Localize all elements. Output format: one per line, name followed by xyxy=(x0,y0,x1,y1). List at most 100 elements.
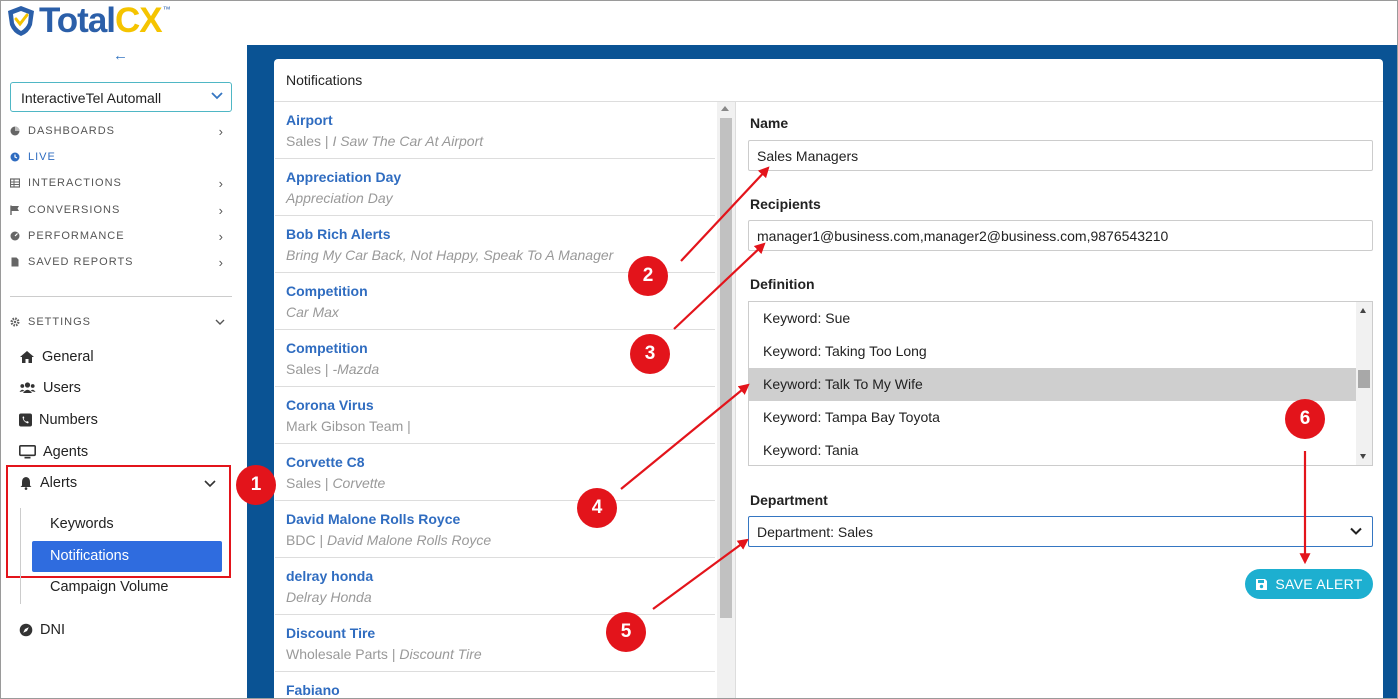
file-icon xyxy=(11,257,19,267)
list-item-title: Bob Rich Alerts xyxy=(286,226,391,242)
list-scrollbar[interactable] xyxy=(717,102,735,698)
list-item[interactable]: David Malone Rolls Royce BDC | David Mal… xyxy=(275,501,715,558)
nav-performance-label: PERFORMANCE xyxy=(28,230,125,242)
nav-settings[interactable]: SETTINGS xyxy=(10,314,230,330)
list-item[interactable]: Corona Virus Mark Gibson Team | xyxy=(275,387,715,444)
floppy-disk-icon xyxy=(1256,578,1268,590)
list-item-title: Appreciation Day xyxy=(286,169,402,185)
list-item-title: Fabiano xyxy=(286,682,340,698)
users-icon xyxy=(19,382,36,393)
alerts-sub-notifications[interactable]: Notifications xyxy=(32,541,222,572)
nav-interactions[interactable]: INTERACTIONS › xyxy=(10,175,230,191)
list-item[interactable]: delray honda Delray Honda xyxy=(275,558,715,615)
list-item-detail: I Saw The Car At Airport xyxy=(332,133,484,149)
definition-option[interactable]: Keyword: Tampa Bay Toyota xyxy=(749,401,1356,434)
chevron-right-icon: › xyxy=(218,176,224,191)
list-item[interactable]: Fabiano xyxy=(275,672,715,698)
list-item-department: Sales | xyxy=(286,361,333,377)
clock-icon xyxy=(10,152,20,162)
list-item-department: Mark Gibson Team | xyxy=(286,418,411,434)
list-scrollbar-thumb[interactable] xyxy=(720,118,732,618)
list-item-detail: Car Max xyxy=(286,304,339,320)
account-select-value: InteractiveTel Automall xyxy=(21,90,162,106)
list-item-title: delray honda xyxy=(286,568,374,584)
name-field[interactable]: Sales Managers xyxy=(748,140,1373,171)
scroll-up-icon[interactable] xyxy=(721,106,729,111)
settings-item-general[interactable]: General xyxy=(19,347,94,367)
list-item-title: Airport xyxy=(286,112,333,128)
chevron-down-icon xyxy=(211,92,223,100)
definition-label: Definition xyxy=(750,276,815,292)
settings-item-agents-label: Agents xyxy=(43,444,89,460)
list-item-subtitle: BDC | David Malone Rolls Royce xyxy=(286,532,704,548)
definition-scrollbar[interactable] xyxy=(1356,302,1372,465)
alerts-sub-campaign-volume[interactable]: Campaign Volume xyxy=(50,579,169,595)
department-select[interactable]: Department: Sales xyxy=(748,516,1373,547)
scroll-up-icon[interactable] xyxy=(1360,308,1366,313)
settings-item-numbers[interactable]: Numbers xyxy=(19,410,98,430)
app-window: TotalCX ™ ← InteractiveTel Automall DASH… xyxy=(0,0,1398,699)
settings-item-general-label: General xyxy=(42,349,94,365)
name-label: Name xyxy=(750,115,789,131)
list-item-department: Sales | xyxy=(286,475,333,491)
list-item-subtitle: Delray Honda xyxy=(286,589,704,605)
list-item-title: Corvette C8 xyxy=(286,454,365,470)
recipients-field[interactable]: manager1@business.com,manager2@business.… xyxy=(748,220,1373,251)
annotation-badge-1: 1 xyxy=(236,465,276,505)
annotation-badge-5: 5 xyxy=(606,612,646,652)
settings-item-dni[interactable]: DNI xyxy=(19,620,65,640)
nav-saved-reports[interactable]: SAVED REPORTS › xyxy=(10,254,230,270)
list-item-subtitle: Mark Gibson Team | xyxy=(286,418,704,434)
annotation-badge-4: 4 xyxy=(577,488,617,528)
nav-live[interactable]: LIVE xyxy=(10,149,230,165)
list-item-detail: Bring My Car Back, Not Happy, Speak To A… xyxy=(286,247,614,263)
settings-item-users[interactable]: Users xyxy=(19,378,81,398)
account-select[interactable]: InteractiveTel Automall xyxy=(10,82,232,112)
settings-item-agents[interactable]: Agents xyxy=(19,442,88,462)
list-item-department: BDC | xyxy=(286,532,327,548)
nav-dashboards-label: DASHBOARDS xyxy=(28,125,116,137)
chevron-right-icon: › xyxy=(218,124,224,139)
scroll-down-icon[interactable] xyxy=(1360,454,1366,459)
list-item-subtitle: Car Max xyxy=(286,304,704,320)
definition-option[interactable]: Keyword: Taking Too Long xyxy=(749,335,1356,368)
monitor-icon xyxy=(19,445,36,459)
definition-option-selected[interactable]: Keyword: Talk To My Wife xyxy=(749,368,1356,401)
submenu-guide-line xyxy=(20,508,21,604)
table-icon xyxy=(10,178,20,188)
nav-interactions-label: INTERACTIONS xyxy=(28,177,122,189)
nav-dashboards[interactable]: DASHBOARDS › xyxy=(10,123,230,139)
list-item-department: Wholesale Parts | xyxy=(286,646,400,662)
nav-live-label: LIVE xyxy=(28,151,56,163)
definition-option[interactable]: Keyword: Sue xyxy=(749,302,1356,335)
save-alert-button-label: SAVE ALERT xyxy=(1275,576,1363,592)
sidebar: ← InteractiveTel Automall DASHBOARDS › L… xyxy=(1,45,247,698)
list-item-detail: Delray Honda xyxy=(286,589,372,605)
nav-conversions[interactable]: CONVERSIONS › xyxy=(10,202,230,218)
list-item[interactable]: Appreciation Day Appreciation Day xyxy=(275,159,715,216)
definition-scrollbar-thumb[interactable] xyxy=(1358,370,1370,388)
list-item[interactable]: Discount Tire Wholesale Parts | Discount… xyxy=(275,615,715,672)
chevron-right-icon: › xyxy=(218,229,224,244)
chevron-down-icon xyxy=(215,319,225,325)
list-item[interactable]: Corvette C8 Sales | Corvette xyxy=(275,444,715,501)
sidebar-divider xyxy=(10,296,232,297)
home-icon xyxy=(20,351,34,363)
annotation-badge-3: 3 xyxy=(630,334,670,374)
nav-saved-reports-label: SAVED REPORTS xyxy=(28,256,134,268)
save-alert-button[interactable]: SAVE ALERT xyxy=(1245,569,1373,599)
list-item[interactable]: Airport Sales | I Saw The Car At Airport xyxy=(275,102,715,159)
collapse-sidebar-arrow-icon[interactable]: ← xyxy=(113,47,128,64)
brand-name-part1: Total xyxy=(39,1,116,40)
definition-option[interactable]: Keyword: Tania xyxy=(749,434,1356,465)
definition-multiselect[interactable]: Keyword: Sue Keyword: Taking Too Long Ke… xyxy=(748,301,1373,466)
top-bar: TotalCX ™ xyxy=(1,1,1397,45)
nav-performance[interactable]: PERFORMANCE › xyxy=(10,228,230,244)
list-item-subtitle: Sales | I Saw The Car At Airport xyxy=(286,133,704,149)
list-item-detail: -Mazda xyxy=(332,361,380,377)
alerts-sub-keywords[interactable]: Keywords xyxy=(50,516,114,532)
list-item-detail: David Malone Rolls Royce xyxy=(326,532,492,548)
settings-item-numbers-label: Numbers xyxy=(39,412,98,428)
brand-name: TotalCX xyxy=(39,1,163,40)
department-select-value: Department: Sales xyxy=(757,524,873,540)
